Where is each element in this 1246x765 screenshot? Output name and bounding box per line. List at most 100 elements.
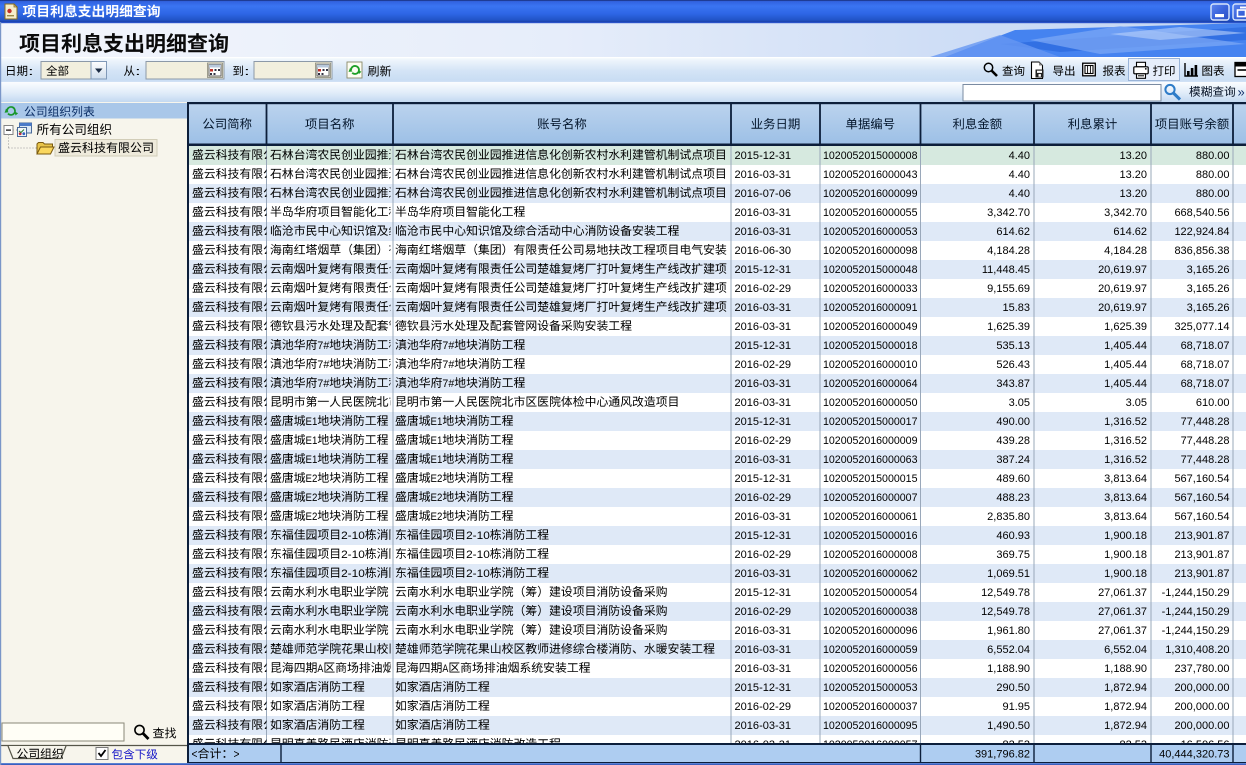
svg-text:27,061.37: 27,061.37 [1098, 625, 1147, 637]
svg-text:2016-03-31: 2016-03-31 [735, 169, 792, 181]
svg-text:1,405.44: 1,405.44 [1104, 378, 1147, 390]
svg-text:1020052015000016: 1020052015000016 [823, 530, 918, 542]
svg-text:460.93: 460.93 [996, 530, 1030, 542]
svg-text:610.00: 610.00 [1196, 397, 1230, 409]
svg-text:2016-03-31: 2016-03-31 [735, 644, 792, 656]
svg-text:213,901.87: 213,901.87 [1174, 568, 1229, 580]
svg-text:1,900.18: 1,900.18 [1104, 549, 1147, 561]
svg-text:488.23: 488.23 [996, 492, 1030, 504]
svg-text:3,165.26: 3,165.26 [1187, 264, 1230, 276]
svg-text:2016-02-29: 2016-02-29 [735, 283, 792, 295]
svg-text:1020052016000043: 1020052016000043 [823, 169, 918, 181]
svg-text:3,165.26: 3,165.26 [1187, 283, 1230, 295]
svg-text:1,316.52: 1,316.52 [1104, 435, 1147, 447]
svg-text:4.40: 4.40 [1009, 169, 1030, 181]
svg-text:2016-03-31: 2016-03-31 [735, 663, 792, 675]
svg-text:20,619.97: 20,619.97 [1098, 302, 1147, 314]
svg-text:4,184.28: 4,184.28 [987, 245, 1030, 257]
svg-text:2015-12-31: 2015-12-31 [735, 340, 792, 352]
svg-text:1020052016000098: 1020052016000098 [823, 245, 918, 257]
svg-text:2015-12-31: 2015-12-31 [735, 587, 792, 599]
svg-text:1020052015000048: 1020052015000048 [823, 264, 918, 276]
svg-text:91.95: 91.95 [1002, 701, 1030, 713]
svg-text:-1,244,150.29: -1,244,150.29 [1162, 587, 1230, 599]
svg-text:1020052016000061: 1020052016000061 [823, 511, 918, 523]
svg-text:1,069.51: 1,069.51 [987, 568, 1030, 580]
svg-text:1020052015000054: 1020052015000054 [823, 587, 918, 599]
svg-text:1020052016000056: 1020052016000056 [823, 663, 918, 675]
svg-text:3,813.64: 3,813.64 [1104, 473, 1147, 485]
svg-text:2016-02-29: 2016-02-29 [735, 701, 792, 713]
svg-text:1,490.50: 1,490.50 [987, 720, 1030, 732]
svg-text:1020052016000009: 1020052016000009 [823, 435, 918, 447]
svg-text:290.50: 290.50 [996, 682, 1030, 694]
svg-text:1020052016000096: 1020052016000096 [823, 625, 918, 637]
svg-text:1020052016000055: 1020052016000055 [823, 207, 918, 219]
svg-text:489.60: 489.60 [996, 473, 1030, 485]
svg-text:68,718.07: 68,718.07 [1181, 359, 1230, 371]
svg-text:13.20: 13.20 [1119, 169, 1147, 181]
svg-text:1,405.44: 1,405.44 [1104, 359, 1147, 371]
svg-text:1,405.44: 1,405.44 [1104, 340, 1147, 352]
svg-text:4,184.28: 4,184.28 [1104, 245, 1147, 257]
svg-text:1020052016000050: 1020052016000050 [823, 397, 918, 409]
svg-text:1,625.39: 1,625.39 [1104, 321, 1147, 333]
svg-text:68,718.07: 68,718.07 [1181, 340, 1230, 352]
svg-text:2016-03-31: 2016-03-31 [735, 302, 792, 314]
svg-text:237,780.00: 237,780.00 [1174, 663, 1229, 675]
svg-text:1,188.90: 1,188.90 [987, 663, 1030, 675]
svg-text:2015-12-31: 2015-12-31 [735, 682, 792, 694]
svg-text:2016-03-31: 2016-03-31 [735, 625, 792, 637]
svg-text:2016-02-29: 2016-02-29 [735, 606, 792, 618]
svg-text:9,155.69: 9,155.69 [987, 283, 1030, 295]
svg-text:4.40: 4.40 [1009, 188, 1030, 200]
svg-text:2016-07-06: 2016-07-06 [735, 188, 792, 200]
svg-text:1020052016000099: 1020052016000099 [823, 188, 918, 200]
svg-text:535.13: 535.13 [996, 340, 1030, 352]
svg-text:1,900.18: 1,900.18 [1104, 568, 1147, 580]
svg-text:668,540.56: 668,540.56 [1174, 207, 1229, 219]
svg-text:1020052015000018: 1020052015000018 [823, 340, 918, 352]
svg-text:27,061.37: 27,061.37 [1098, 606, 1147, 618]
svg-text:2015-12-31: 2015-12-31 [735, 264, 792, 276]
svg-text:567,160.54: 567,160.54 [1174, 473, 1229, 485]
svg-text:68,718.07: 68,718.07 [1181, 378, 1230, 390]
svg-text:1,625.39: 1,625.39 [987, 321, 1030, 333]
svg-text:2015-12-31: 2015-12-31 [735, 416, 792, 428]
svg-text:2016-03-31: 2016-03-31 [735, 397, 792, 409]
svg-text:1020052015000053: 1020052015000053 [823, 682, 918, 694]
svg-text:2016-06-30: 2016-06-30 [735, 245, 792, 257]
svg-text:880.00: 880.00 [1196, 188, 1230, 200]
svg-text:11,448.45: 11,448.45 [982, 264, 1030, 276]
svg-text:490.00: 490.00 [996, 416, 1030, 428]
svg-text:1020052016000007: 1020052016000007 [823, 492, 918, 504]
svg-text:1020052016000037: 1020052016000037 [823, 701, 918, 713]
svg-text:1,188.90: 1,188.90 [1104, 663, 1147, 675]
svg-text:12,549.78: 12,549.78 [981, 587, 1030, 599]
svg-text:567,160.54: 567,160.54 [1174, 511, 1229, 523]
svg-text:526.43: 526.43 [996, 359, 1030, 371]
svg-text:2016-03-31: 2016-03-31 [735, 720, 792, 732]
svg-text:2016-02-29: 2016-02-29 [735, 359, 792, 371]
svg-text:200,000.00: 200,000.00 [1174, 720, 1229, 732]
svg-text:439.28: 439.28 [996, 435, 1030, 447]
svg-text:77,448.28: 77,448.28 [1181, 454, 1230, 466]
svg-text:1020052016000091: 1020052016000091 [823, 302, 918, 314]
svg-text:1,872.94: 1,872.94 [1104, 701, 1147, 713]
svg-text:6,552.04: 6,552.04 [987, 644, 1030, 656]
svg-text:2016-03-31: 2016-03-31 [735, 511, 792, 523]
svg-text:3,342.70: 3,342.70 [1104, 207, 1147, 219]
svg-text:1020052015000015: 1020052015000015 [823, 473, 918, 485]
svg-text:880.00: 880.00 [1196, 169, 1230, 181]
svg-text:200,000.00: 200,000.00 [1174, 682, 1229, 694]
svg-text:2016-03-31: 2016-03-31 [735, 321, 792, 333]
svg-text:6,552.04: 6,552.04 [1104, 644, 1147, 656]
svg-text:-1,244,150.29: -1,244,150.29 [1162, 606, 1230, 618]
svg-text:15.83: 15.83 [1002, 302, 1030, 314]
svg-text:1020052016000059: 1020052016000059 [823, 644, 918, 656]
svg-text:77,448.28: 77,448.28 [1181, 416, 1230, 428]
svg-text:2016-03-31: 2016-03-31 [735, 454, 792, 466]
svg-text:880.00: 880.00 [1196, 150, 1230, 162]
svg-text:1020052016000033: 1020052016000033 [823, 283, 918, 295]
svg-text:1,872.94: 1,872.94 [1104, 720, 1147, 732]
